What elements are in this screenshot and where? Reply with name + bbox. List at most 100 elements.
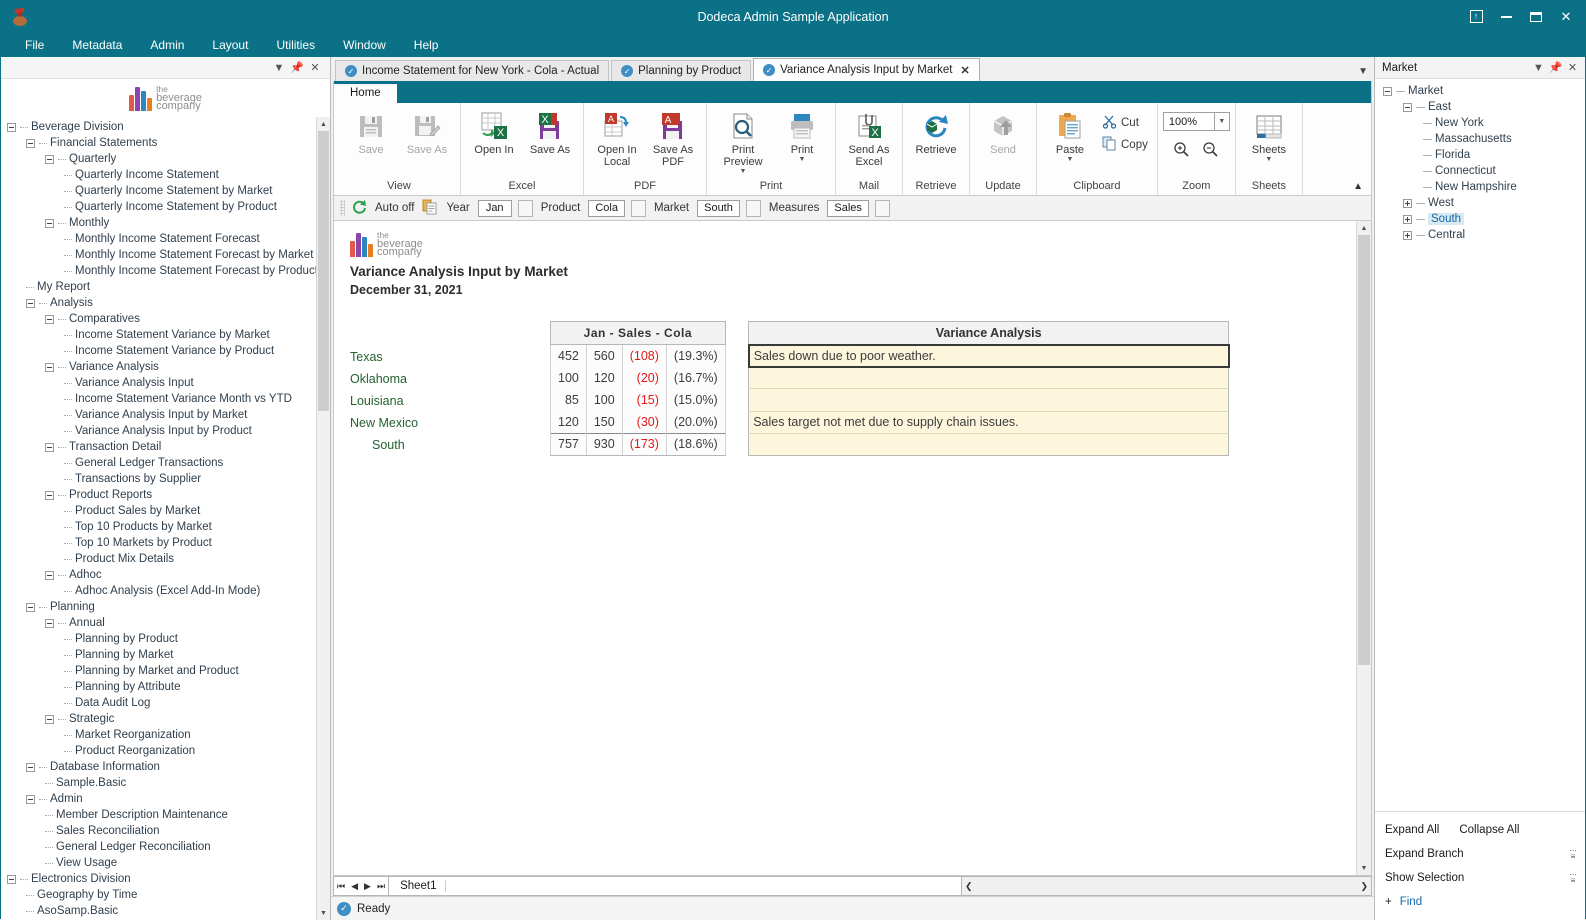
expand-icon[interactable] — [1403, 198, 1412, 208]
chevron-down-icon[interactable]: ▼ — [799, 156, 806, 163]
market-tree-item[interactable]: New York — [1375, 115, 1585, 131]
prev-sheet-icon[interactable]: ◀ — [351, 881, 358, 892]
send-button[interactable]: Send — [975, 106, 1031, 156]
save-as-excel-button[interactable]: X Save As — [522, 106, 578, 156]
cell-actual[interactable]: 120 — [550, 411, 587, 434]
canvas-scrollbar[interactable]: ▲ ▼ — [1356, 221, 1371, 875]
variance-comment-cell[interactable]: Sales target not met due to supply chain… — [748, 411, 1230, 434]
doc-tab-close-icon[interactable]: ✕ — [960, 64, 969, 77]
scroll-thumb[interactable] — [318, 131, 329, 411]
first-sheet-icon[interactable]: ⏮ — [337, 881, 345, 892]
menu-item-utilities[interactable]: Utilities — [262, 35, 329, 55]
tree-item[interactable]: Annual — [1, 615, 316, 631]
table-row[interactable]: 120 150 (30) (20.0%) — [550, 411, 726, 434]
tree-item[interactable]: Transactions by Supplier — [1, 471, 316, 487]
pov-spacer-year[interactable] — [517, 199, 533, 217]
cell-variance[interactable]: (15) — [621, 388, 667, 412]
tree-item[interactable]: Transaction Detail — [1, 439, 316, 455]
save-as-button[interactable]: Save As — [399, 106, 455, 156]
tree-item[interactable]: Market Reorganization — [1, 727, 316, 743]
tree-item[interactable]: View Usage — [1, 855, 316, 871]
tree-item[interactable]: Quarterly Income Statement by Product — [1, 199, 316, 215]
open-in-excel-button[interactable]: X Open In — [466, 106, 522, 156]
variance-analysis-grid[interactable]: Variance Analysis Sales down due to poor… — [747, 321, 1230, 457]
collapse-icon[interactable] — [1383, 86, 1392, 96]
refresh-icon[interactable] — [351, 199, 367, 218]
table-row[interactable]: 85 100 (15) (15.0%) — [550, 388, 726, 412]
last-sheet-icon[interactable]: ⏭ — [377, 881, 385, 892]
tree-item[interactable]: Quarterly Income Statement — [1, 167, 316, 183]
toolbar-grip[interactable] — [340, 200, 345, 216]
tree-item[interactable]: Adhoc Analysis (Excel Add-In Mode) — [1, 583, 316, 599]
sheet-horizontal-scrollbar[interactable]: ❮ ❯ — [962, 876, 1372, 896]
table-row[interactable]: Sales target not met due to supply chain… — [748, 411, 1230, 434]
tree-item[interactable]: Product Reports — [1, 487, 316, 503]
menu-item-file[interactable]: File — [11, 35, 58, 55]
next-sheet-icon[interactable]: ▶ — [364, 881, 371, 892]
table-row[interactable]: 757 930 (173) (18.6%) — [550, 432, 726, 457]
cell-variance[interactable]: (30) — [621, 411, 667, 434]
market-tree-item[interactable]: East — [1375, 99, 1585, 115]
cell-variance-pct[interactable]: (18.6%) — [665, 432, 726, 457]
open-in-local-pdf-button[interactable]: A Open In Local — [589, 106, 645, 168]
expand-icon[interactable] — [1403, 230, 1412, 240]
close-icon[interactable]: ✕ — [1564, 59, 1581, 76]
cell-actual[interactable]: 85 — [550, 388, 587, 412]
cell-budget[interactable]: 560 — [585, 344, 623, 367]
chevron-down-icon[interactable]: ▼ — [1067, 156, 1074, 163]
chevron-down-icon[interactable]: ▼ — [740, 168, 747, 175]
doc-tab-planning-by-product[interactable]: ✓ Planning by Product — [611, 60, 752, 81]
tree-item[interactable]: Product Reorganization — [1, 743, 316, 759]
tree-item[interactable]: AsoSamp.Basic — [1, 903, 316, 919]
collapse-icon[interactable] — [45, 362, 54, 372]
save-as-pdf-button[interactable]: A Save As PDF — [645, 106, 701, 168]
pov-value-product[interactable]: Cola — [588, 199, 625, 217]
cell-actual[interactable]: 100 — [550, 366, 587, 389]
tree-item[interactable]: Member Description Maintenance — [1, 807, 316, 823]
collapse-icon[interactable] — [45, 714, 54, 724]
tree-item[interactable]: Monthly Income Statement Forecast — [1, 231, 316, 247]
collapse-icon[interactable] — [45, 314, 54, 324]
send-as-excel-button[interactable]: X Send As Excel — [841, 106, 897, 168]
tree-item[interactable]: Database Information — [1, 759, 316, 775]
zoom-dropdown-icon[interactable]: ▼ — [1214, 112, 1230, 131]
save-button[interactable]: Save — [343, 106, 399, 156]
table-row[interactable] — [748, 366, 1230, 390]
collapse-icon[interactable] — [26, 762, 35, 772]
tree-item[interactable]: Product Sales by Market — [1, 503, 316, 519]
ribbon-tab-home[interactable]: Home — [334, 84, 397, 103]
close-button[interactable]: ✕ — [1551, 1, 1581, 32]
pov-value-market[interactable]: South — [697, 199, 740, 217]
zoom-in-icon[interactable] — [1173, 141, 1190, 161]
market-tree-item[interactable]: Connecticut — [1375, 163, 1585, 179]
find-button[interactable]: + Find — [1375, 890, 1585, 914]
market-tree-item[interactable]: Massachusetts — [1375, 131, 1585, 147]
pov-spacer-market[interactable] — [745, 199, 761, 217]
collapse-icon[interactable] — [45, 570, 54, 580]
tree-item[interactable]: Planning by Attribute — [1, 679, 316, 695]
print-preview-button[interactable]: Print Preview ▼ — [712, 106, 774, 175]
menu-item-metadata[interactable]: Metadata — [58, 35, 136, 55]
cell-actual[interactable]: 757 — [550, 432, 587, 457]
tree-item[interactable]: Electronics Division — [1, 871, 316, 887]
tree-item[interactable]: Planning by Market — [1, 647, 316, 663]
tree-item[interactable]: Monthly Income Statement Forecast by Pro… — [1, 263, 316, 279]
market-tree-item[interactable]: Market — [1375, 83, 1585, 99]
tree-item[interactable]: Variance Analysis — [1, 359, 316, 375]
table-row[interactable]: 452 560 (108) (19.3%) — [550, 344, 726, 367]
collapse-icon[interactable] — [45, 442, 54, 452]
tab-overflow-chevron-icon[interactable]: ▼ — [1358, 66, 1368, 77]
tree-item[interactable]: Top 10 Products by Market — [1, 519, 316, 535]
cell-variance-pct[interactable]: (15.0%) — [665, 388, 726, 412]
table-row[interactable]: 100 120 (20) (16.7%) — [550, 366, 726, 389]
tree-item[interactable]: Planning by Product — [1, 631, 316, 647]
scroll-down-icon[interactable]: ▼ — [1357, 861, 1371, 875]
cell-actual[interactable]: 452 — [550, 344, 587, 367]
menu-item-help[interactable]: Help — [400, 35, 453, 55]
left-tree-scrollbar[interactable]: ▲ ▼ — [316, 117, 330, 920]
sheets-button[interactable]: Sheets ▼ — [1241, 106, 1297, 163]
tree-item[interactable]: Adhoc — [1, 567, 316, 583]
tree-item[interactable]: Comparatives — [1, 311, 316, 327]
minimize-button[interactable] — [1491, 1, 1521, 32]
cell-variance[interactable]: (173) — [621, 432, 667, 457]
